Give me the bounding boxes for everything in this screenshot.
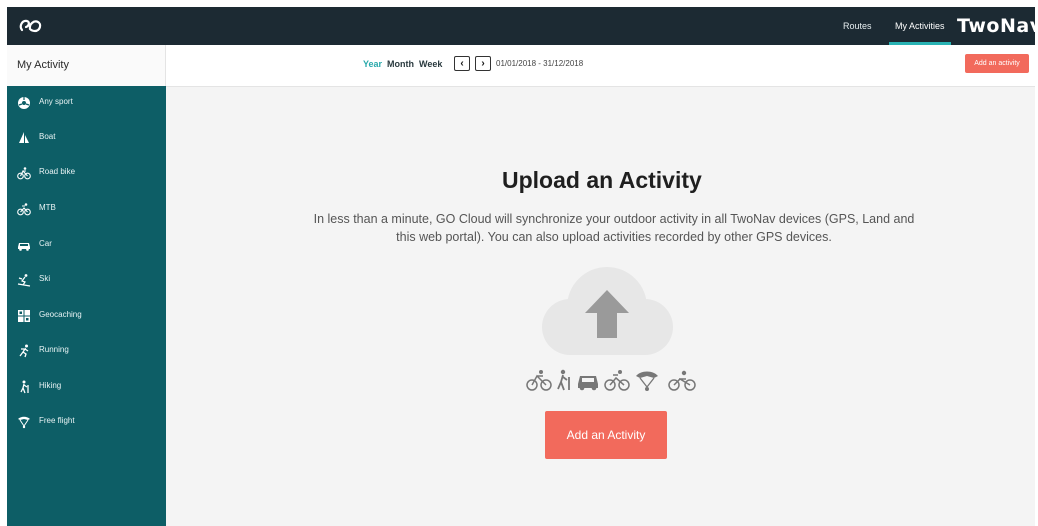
hiking-icon	[20, 380, 29, 394]
paraglider-icon	[636, 371, 658, 391]
sidebar-item-road-bike[interactable]: Road bike	[7, 157, 166, 191]
sidebar-item-label: Hiking	[39, 381, 62, 390]
any-sport-icon	[18, 97, 30, 109]
sidebar-item-label: MTB	[39, 203, 56, 212]
mtb-icon	[604, 370, 630, 391]
running-icon	[19, 344, 29, 358]
sidebar-item-any-sport[interactable]: Any sport	[7, 87, 166, 121]
car-icon	[18, 243, 30, 251]
sidebar: Any sport Boat Road bike MTB Car Ski Geo…	[7, 86, 166, 526]
sidebar-item-label: Boat	[39, 132, 56, 141]
chevron-right-icon: ›	[481, 58, 485, 69]
road-bike-icon	[526, 370, 552, 391]
sidebar-item-ski[interactable]: Ski	[7, 264, 166, 298]
hiking-icon	[557, 369, 570, 391]
sidebar-item-car[interactable]: Car	[7, 229, 166, 263]
period-year-tab[interactable]: Year	[363, 59, 382, 69]
sidebar-item-label: Road bike	[39, 167, 76, 176]
app-frame: Routes My Activities TwoNav My Activity …	[7, 7, 1035, 526]
sidebar-item-label: Free flight	[39, 416, 75, 425]
date-range: 01/01/2018 - 31/12/2018	[496, 59, 584, 68]
car-icon	[578, 376, 598, 391]
next-period-button[interactable]: ›	[475, 56, 491, 71]
page-title: My Activity	[7, 45, 166, 86]
add-activity-button[interactable]: Add an Activity	[545, 411, 667, 459]
sidebar-item-label: Geocaching	[39, 310, 82, 319]
sidebar-item-hiking[interactable]: Hiking	[7, 371, 166, 405]
sidebar-item-label: Ski	[39, 274, 51, 283]
free-flight-icon	[18, 416, 30, 429]
sidebar-item-running[interactable]: Running	[7, 335, 166, 369]
nav-my-activities[interactable]: My Activities	[889, 7, 951, 45]
sidebar-item-mtb[interactable]: MTB	[7, 193, 166, 227]
period-month-tab[interactable]: Month	[387, 59, 414, 69]
period-week-tab[interactable]: Week	[419, 59, 442, 69]
sidebar-item-boat[interactable]: Boat	[7, 122, 166, 156]
add-activity-button-top[interactable]: Add an activity	[965, 54, 1029, 73]
previous-period-button[interactable]: ‹	[454, 56, 470, 71]
nav-my-activities-label: My Activities	[895, 21, 945, 31]
nav-routes[interactable]: Routes	[843, 7, 872, 45]
brand-logo[interactable]: TwoNav	[957, 15, 1035, 37]
sidebar-item-label: Car	[39, 239, 52, 248]
top-navbar: Routes My Activities TwoNav	[7, 7, 1035, 45]
sidebar-item-free-flight[interactable]: Free flight	[7, 406, 166, 440]
cloud-upload-icon[interactable]	[537, 265, 677, 360]
chevron-left-icon: ‹	[460, 58, 464, 69]
go-logo-icon[interactable]	[17, 15, 45, 37]
ski-icon	[17, 274, 31, 287]
activity-icons-row	[526, 369, 696, 391]
motorbike-icon	[668, 370, 696, 391]
road-bike-icon	[17, 167, 31, 180]
sidebar-item-label: Any sport	[39, 97, 73, 106]
upload-description: In less than a minute, GO Cloud will syn…	[313, 212, 915, 244]
upload-title: Upload an Activity	[502, 167, 702, 193]
boat-icon	[19, 132, 29, 143]
sidebar-item-label: Running	[39, 345, 69, 354]
sidebar-item-geocaching[interactable]: Geocaching	[7, 300, 166, 334]
geocaching-icon	[18, 310, 30, 322]
mtb-icon	[17, 203, 31, 216]
